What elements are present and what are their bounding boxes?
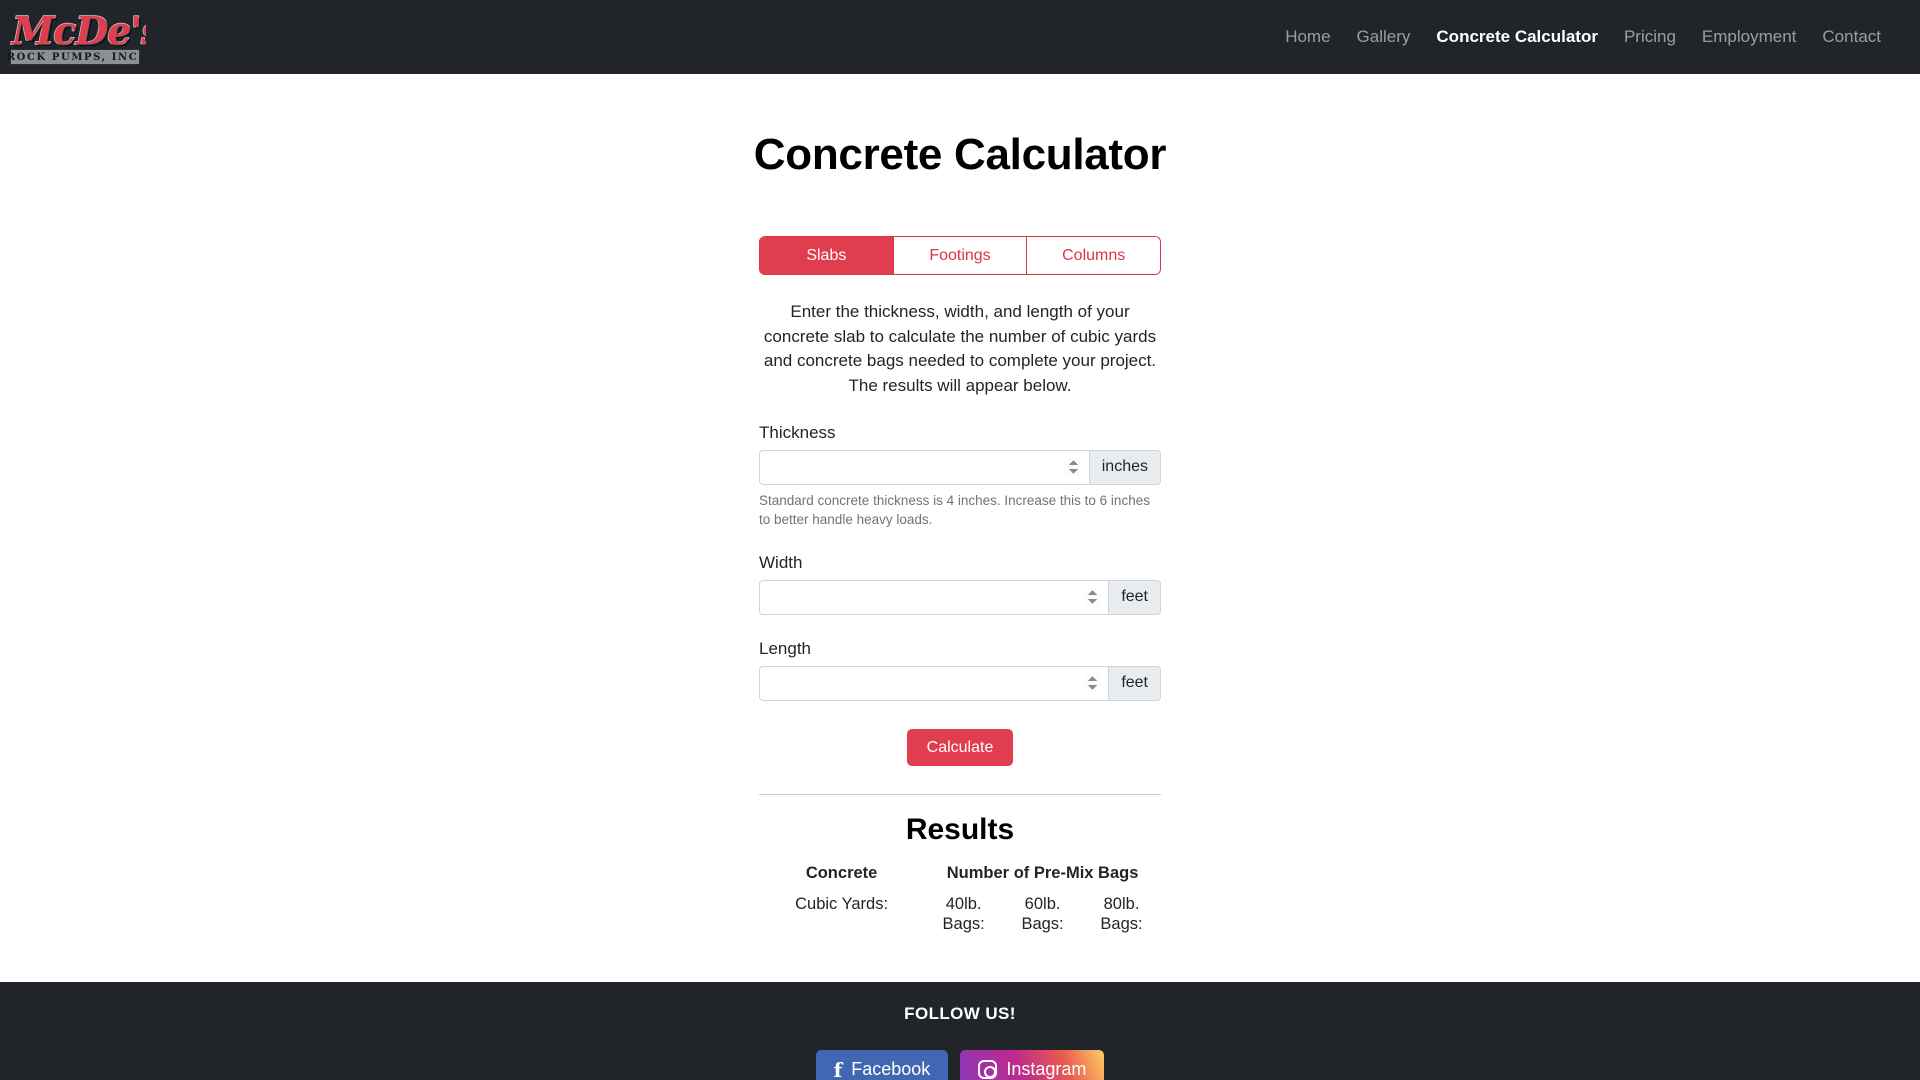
instagram-icon — [978, 1060, 998, 1079]
length-unit-addon: feet — [1108, 665, 1161, 701]
results-label-60lb-bags: 60lb. Bags: — [1021, 894, 1064, 933]
site-logo[interactable]: McDe's ROCK PUMPS, INC. — [6, 6, 146, 68]
results-label-40lb-bags: 40lb. Bags: — [942, 894, 985, 933]
width-label: Width — [759, 552, 803, 572]
results-header-concrete: Concrete — [805, 864, 878, 883]
thickness-input-group: inches — [759, 449, 1161, 485]
facebook-label: Facebook — [851, 1059, 931, 1079]
nav-item-employment[interactable]: Employment — [1689, 19, 1809, 55]
tab-columns[interactable]: Columns — [1027, 237, 1160, 274]
results-label-80lb-bags: 80lb. Bags: — [1100, 894, 1143, 933]
logo-band-text: ROCK PUMPS, INC. — [6, 51, 144, 63]
social-links: f Facebook Instagram — [815, 1050, 1105, 1080]
length-input-group: feet — [759, 665, 1161, 701]
length-input[interactable] — [759, 665, 1109, 701]
page-title: Concrete Calculator — [753, 130, 1167, 179]
results-label-cubic-yards: Cubic Yards: — [795, 894, 889, 913]
nav-item-contact[interactable]: Contact — [1809, 19, 1894, 55]
calculate-button-row: Calculate — [759, 728, 1161, 767]
nav-item-gallery[interactable]: Gallery — [1344, 19, 1424, 55]
facebook-button[interactable]: f Facebook — [815, 1050, 949, 1080]
logo-band: ROCK PUMPS, INC. — [7, 49, 142, 65]
site-header: McDe's ROCK PUMPS, INC. Home Gallery Con… — [0, 0, 1920, 74]
logo-script-text: McDe's — [11, 7, 146, 53]
width-unit-addon: feet — [1108, 579, 1161, 615]
results-header-row: Concrete Number of Pre-Mix Bags — [759, 863, 1161, 893]
nav-item-pricing[interactable]: Pricing — [1611, 19, 1689, 55]
instagram-button[interactable]: Instagram — [960, 1050, 1105, 1080]
calculate-button[interactable]: Calculate — [906, 728, 1014, 767]
site-footer: FOLLOW US! f Facebook Instagram — [0, 982, 1920, 1080]
width-input[interactable] — [759, 579, 1109, 615]
thickness-input[interactable] — [759, 449, 1089, 485]
nav-item-concrete-calculator[interactable]: Concrete Calculator — [1423, 19, 1611, 55]
width-input-group: feet — [759, 579, 1161, 615]
thickness-label: Thickness — [759, 422, 836, 442]
results-divider — [759, 794, 1161, 796]
main-content: Concrete Calculator Slabs Footings Colum… — [0, 74, 1920, 982]
thickness-help-text: Standard concrete thickness is 4 inches.… — [759, 492, 1150, 527]
thickness-unit-addon: inches — [1088, 449, 1161, 485]
calculator-description: Enter the thickness, width, and length o… — [763, 302, 1157, 395]
instagram-label: Instagram — [1006, 1059, 1087, 1079]
length-label: Length — [759, 638, 811, 658]
calculator-tabs: Slabs Footings Columns — [759, 236, 1161, 275]
main-navigation: Home Gallery Concrete Calculator Pricing… — [1272, 19, 1894, 55]
calculator-panel: Slabs Footings Columns Enter the thickne… — [759, 180, 1161, 934]
nav-item-home[interactable]: Home — [1272, 19, 1343, 55]
facebook-icon: f — [833, 1057, 843, 1080]
table-row: Cubic Yards: 40lb. Bags: 60lb. Bags: 80l… — [759, 894, 1161, 935]
follow-us-title: FOLLOW US! — [904, 1004, 1016, 1023]
results-header-premix-bags: Number of Pre-Mix Bags — [946, 864, 1139, 883]
results-title: Results — [905, 813, 1015, 847]
tab-slabs[interactable]: Slabs — [760, 237, 894, 274]
tab-footings[interactable]: Footings — [893, 237, 1028, 274]
results-table: Concrete Number of Pre-Mix Bags Cubic Ya… — [759, 863, 1161, 934]
